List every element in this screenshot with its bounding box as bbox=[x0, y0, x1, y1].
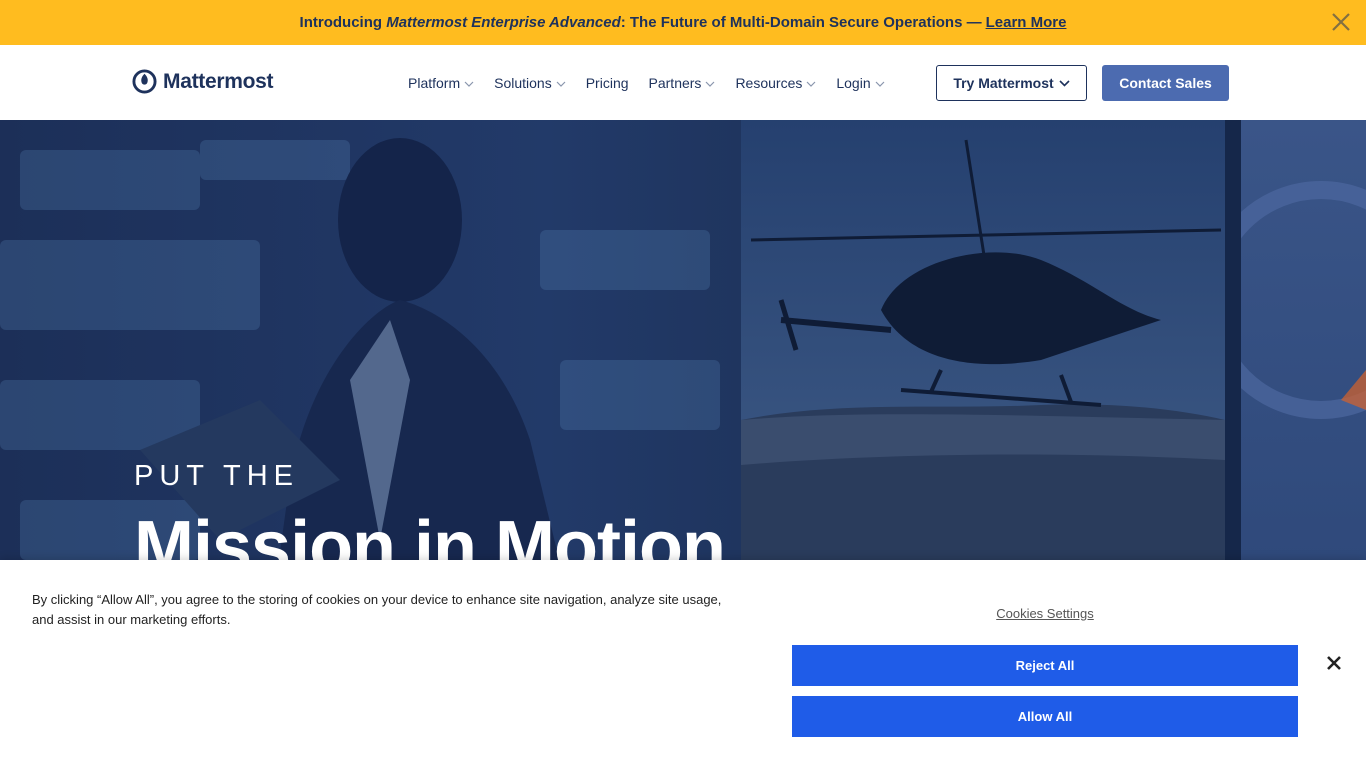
mattermost-logo-icon bbox=[132, 69, 157, 94]
learn-more-link[interactable]: Learn More bbox=[986, 14, 1067, 31]
nav-label: Partners bbox=[648, 74, 702, 91]
nav-item-partners[interactable]: Partners bbox=[649, 75, 716, 91]
close-icon[interactable] bbox=[1330, 11, 1352, 33]
announcement-bar: Introducing Mattermost Enterprise Advanc… bbox=[0, 0, 1366, 45]
nav-item-login[interactable]: Login bbox=[836, 74, 885, 91]
nav-label: Solutions bbox=[494, 74, 552, 91]
nav-item-pricing[interactable]: Pricing bbox=[586, 75, 629, 91]
chevron-down-icon bbox=[875, 81, 885, 87]
allow-all-button[interactable]: Allow All bbox=[792, 696, 1298, 737]
cookie-message: By clicking “Allow All”, you agree to th… bbox=[32, 592, 722, 627]
try-mattermost-label: Try Mattermost bbox=[953, 75, 1054, 91]
nav-label: Login bbox=[836, 74, 871, 91]
chevron-down-icon bbox=[556, 81, 566, 87]
brand-logo[interactable]: Mattermost bbox=[132, 69, 273, 94]
site-header: Mattermost Platform Solutions Pricing Pa… bbox=[0, 45, 1366, 120]
chevron-down-icon bbox=[464, 81, 474, 87]
nav-item-resources[interactable]: Resources bbox=[735, 75, 816, 91]
announcement-product: Mattermost Enterprise Advanced bbox=[386, 14, 621, 31]
nav-item-platform[interactable]: Platform bbox=[408, 75, 474, 91]
reject-all-button[interactable]: Reject All bbox=[792, 645, 1298, 686]
chevron-down-icon bbox=[1059, 79, 1070, 87]
nav-label: Pricing bbox=[585, 74, 629, 91]
main-nav: Platform Solutions Pricing Partners Reso… bbox=[408, 45, 905, 120]
brand-wordmark: Mattermost bbox=[163, 69, 274, 93]
try-mattermost-button[interactable]: Try Mattermost bbox=[936, 65, 1087, 101]
chevron-down-icon bbox=[806, 81, 816, 87]
nav-label: Platform bbox=[408, 74, 461, 91]
cookies-settings-link[interactable]: Cookies Settings bbox=[792, 606, 1298, 621]
announcement-suffix: : The Future of Multi-Domain Secure Oper… bbox=[620, 14, 982, 31]
close-icon[interactable] bbox=[1325, 654, 1343, 672]
nav-item-solutions[interactable]: Solutions bbox=[494, 75, 566, 91]
announcement-prefix: Introducing bbox=[299, 14, 383, 31]
chevron-down-icon bbox=[706, 81, 715, 87]
cookie-banner: By clicking “Allow All”, you agree to th… bbox=[0, 560, 1366, 768]
hero-eyebrow: PUT THE bbox=[134, 460, 300, 492]
contact-sales-button[interactable]: Contact Sales bbox=[1102, 65, 1229, 101]
nav-label: Resources bbox=[735, 74, 803, 91]
announcement-text: Introducing Mattermost Enterprise Advanc… bbox=[300, 14, 1067, 31]
